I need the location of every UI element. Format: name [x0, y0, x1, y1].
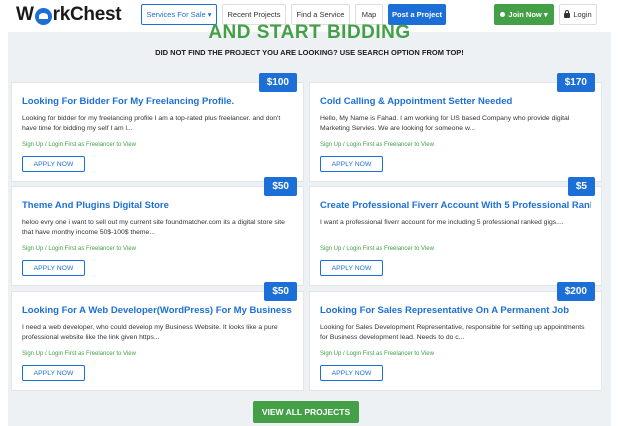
apply-now-button[interactable]: APPLY NOW: [22, 156, 85, 172]
project-title-link[interactable]: Looking For Bidder For My Freelancing Pr…: [22, 96, 293, 107]
join-now-label: Join Now ▾: [508, 10, 548, 19]
apply-now-button[interactable]: APPLY NOW: [320, 156, 383, 172]
project-card: $50 Looking For A Web Developer(WordPres…: [11, 282, 304, 391]
project-description: I need a web developer, who could develo…: [22, 324, 278, 341]
project-title-link[interactable]: Looking For Sales Representative On A Pe…: [320, 305, 591, 316]
section-subtitle: DID NOT FIND THE PROJECT YOU ARE LOOKING…: [155, 48, 464, 57]
project-title-link[interactable]: Create Professional Fiverr Account With …: [320, 200, 591, 211]
signup-login-link[interactable]: Sign Up / Login First as Freelancer to V…: [320, 142, 434, 148]
project-description: heloo evry one i want to sell out my cur…: [22, 219, 285, 236]
apply-now-button[interactable]: APPLY NOW: [22, 260, 85, 276]
project-description: Looking for bidder for my freelancing pr…: [22, 115, 281, 132]
view-all-projects-button[interactable]: VIEW ALL PROJECTS: [253, 401, 359, 423]
apply-now-button[interactable]: APPLY NOW: [22, 365, 85, 381]
project-title-link[interactable]: Cold Calling & Appointment Setter Needed: [320, 96, 591, 107]
project-description: Hello, My Name is Fahad. I am working fo…: [320, 115, 570, 132]
login-label: Login: [573, 10, 592, 19]
section-title: AND START BIDDING: [208, 22, 411, 40]
project-card: $200 Looking For Sales Representative On…: [309, 282, 602, 391]
apply-now-button[interactable]: APPLY NOW: [320, 260, 383, 276]
project-card: $170 Cold Calling & Appointment Setter N…: [309, 73, 602, 182]
project-price-badge: $200: [556, 282, 595, 301]
project-title-link[interactable]: Looking For A Web Developer(WordPress) F…: [22, 305, 293, 316]
signup-login-link[interactable]: Sign Up / Login First as Freelancer to V…: [22, 142, 136, 148]
signup-login-link[interactable]: Sign Up / Login First as Freelancer to V…: [320, 246, 434, 252]
signup-login-link[interactable]: Sign Up / Login First as Freelancer to V…: [22, 246, 136, 252]
project-card: $100 Looking For Bidder For My Freelanci…: [11, 73, 304, 182]
signup-login-link[interactable]: Sign Up / Login First as Freelancer to V…: [22, 351, 136, 357]
project-price-badge: $170: [556, 73, 595, 92]
project-price-badge: $50: [264, 282, 297, 301]
projects-section: AND START BIDDING DID NOT FIND THE PROJE…: [8, 22, 611, 426]
project-description: I want a professional fiverr account for…: [320, 219, 564, 226]
project-price-badge: $100: [258, 73, 297, 92]
project-title-link[interactable]: Theme And Plugins Digital Store: [22, 200, 293, 211]
project-card: $50 Theme And Plugins Digital Store helo…: [11, 177, 304, 286]
project-price-badge: $50: [264, 177, 297, 196]
project-price-badge: $5: [567, 177, 595, 196]
lock-icon: [564, 10, 571, 18]
user-icon: [500, 12, 506, 17]
project-card: $5 Create Professional Fiverr Account Wi…: [309, 177, 602, 286]
apply-now-button[interactable]: APPLY NOW: [320, 365, 383, 381]
signup-login-link[interactable]: Sign Up / Login First as Freelancer to V…: [320, 351, 434, 357]
project-description: Looking for Sales Development Representa…: [320, 324, 585, 341]
